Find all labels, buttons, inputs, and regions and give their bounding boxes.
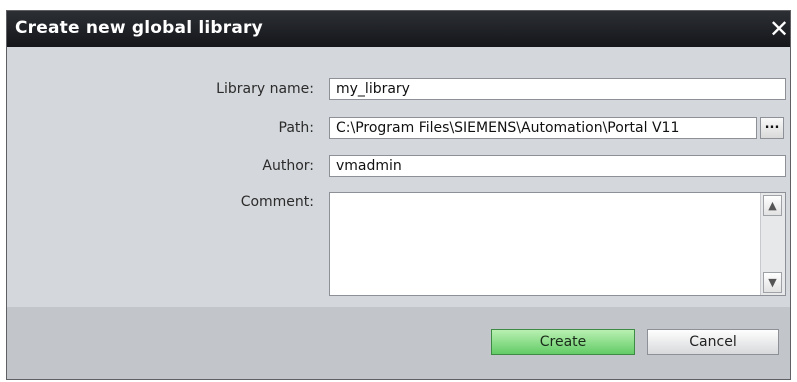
dialog-titlebar[interactable]: Create new global library ✕ <box>7 11 790 47</box>
chevron-down-icon[interactable]: ▼ <box>763 272 782 293</box>
author-label: Author: <box>262 158 314 174</box>
library-name-label: Library name: <box>216 81 314 97</box>
comment-textarea[interactable]: ▲ ▼ <box>329 192 786 296</box>
close-icon[interactable]: ✕ <box>768 15 790 43</box>
create-library-dialog: Create new global library ✕ Library name… <box>6 10 791 380</box>
browse-icon: ... <box>764 117 780 132</box>
cancel-button[interactable]: Cancel <box>647 329 779 355</box>
comment-label: Comment: <box>240 194 314 210</box>
author-input[interactable] <box>329 155 786 177</box>
library-name-input[interactable] <box>329 78 786 100</box>
library-form: Library name: Path: ... Author: Comment:… <box>7 47 790 307</box>
dialog-title: Create new global library <box>15 18 263 38</box>
dialog-footer: Create Cancel <box>7 307 790 379</box>
chevron-up-icon[interactable]: ▲ <box>763 195 782 216</box>
path-input[interactable] <box>329 117 757 139</box>
path-label: Path: <box>278 120 314 136</box>
comment-scrollbar[interactable]: ▲ ▼ <box>760 193 785 295</box>
browse-button[interactable]: ... <box>760 117 784 139</box>
create-button[interactable]: Create <box>491 329 635 355</box>
